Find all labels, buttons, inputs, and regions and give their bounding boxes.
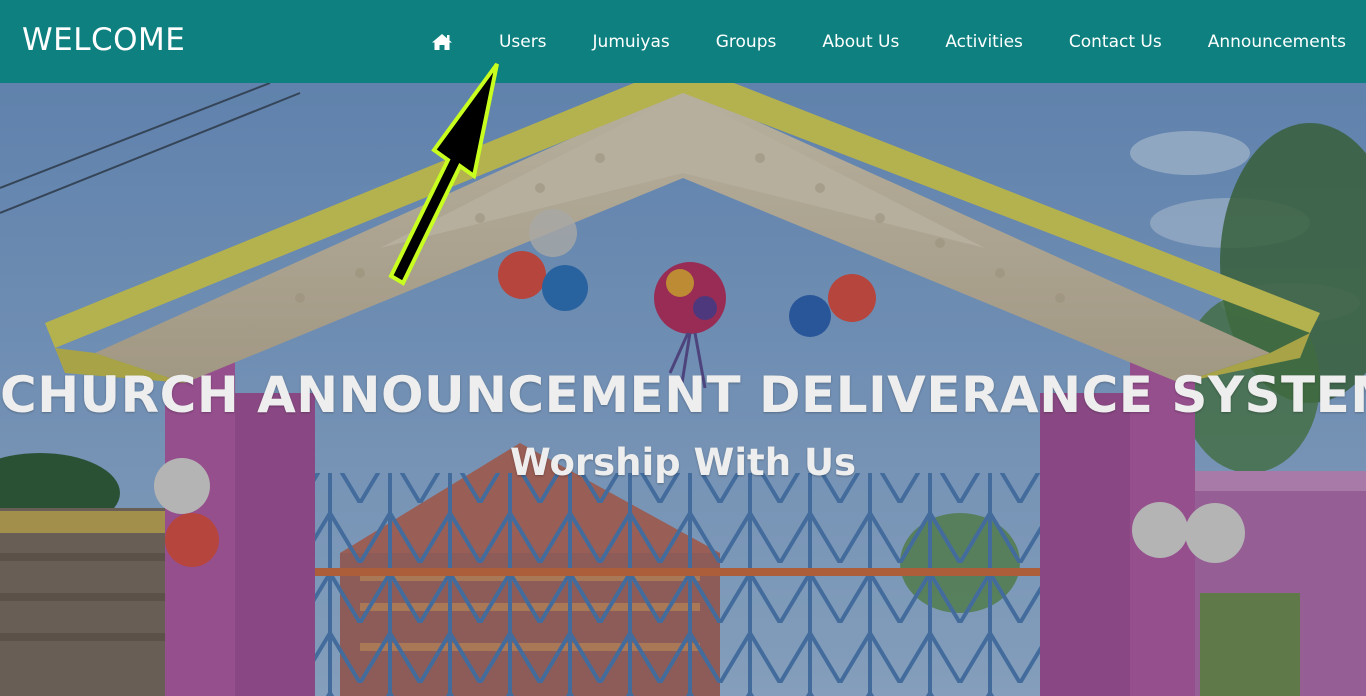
nav-link-jumuiyas[interactable]: Jumuiyas: [593, 32, 670, 52]
nav-link-users[interactable]: Users: [499, 32, 547, 52]
nav-link-about-us[interactable]: About Us: [822, 32, 899, 52]
nav-links: Users Jumuiyas Groups About Us Activitie…: [431, 0, 1346, 83]
top-navbar: WELCOME Users Jumuiyas Groups About Us A…: [0, 0, 1366, 83]
brand-title[interactable]: WELCOME: [22, 22, 185, 58]
nav-link-contact-us[interactable]: Contact Us: [1069, 32, 1162, 52]
hero-subtitle: Worship With Us: [509, 441, 857, 484]
nav-link-announcements[interactable]: Announcements: [1208, 32, 1346, 52]
page: WELCOME Users Jumuiyas Groups About Us A…: [0, 0, 1366, 696]
nav-link-activities[interactable]: Activities: [945, 32, 1023, 52]
home-icon: [431, 33, 452, 50]
hero-section: CHURCH ANNOUNCEMENT DELIVERANCE SYSTEM W…: [0, 83, 1366, 696]
nav-link-groups[interactable]: Groups: [716, 32, 777, 52]
hero-title: CHURCH ANNOUNCEMENT DELIVERANCE SYSTEM: [0, 366, 1366, 424]
nav-home-link[interactable]: [431, 33, 453, 51]
